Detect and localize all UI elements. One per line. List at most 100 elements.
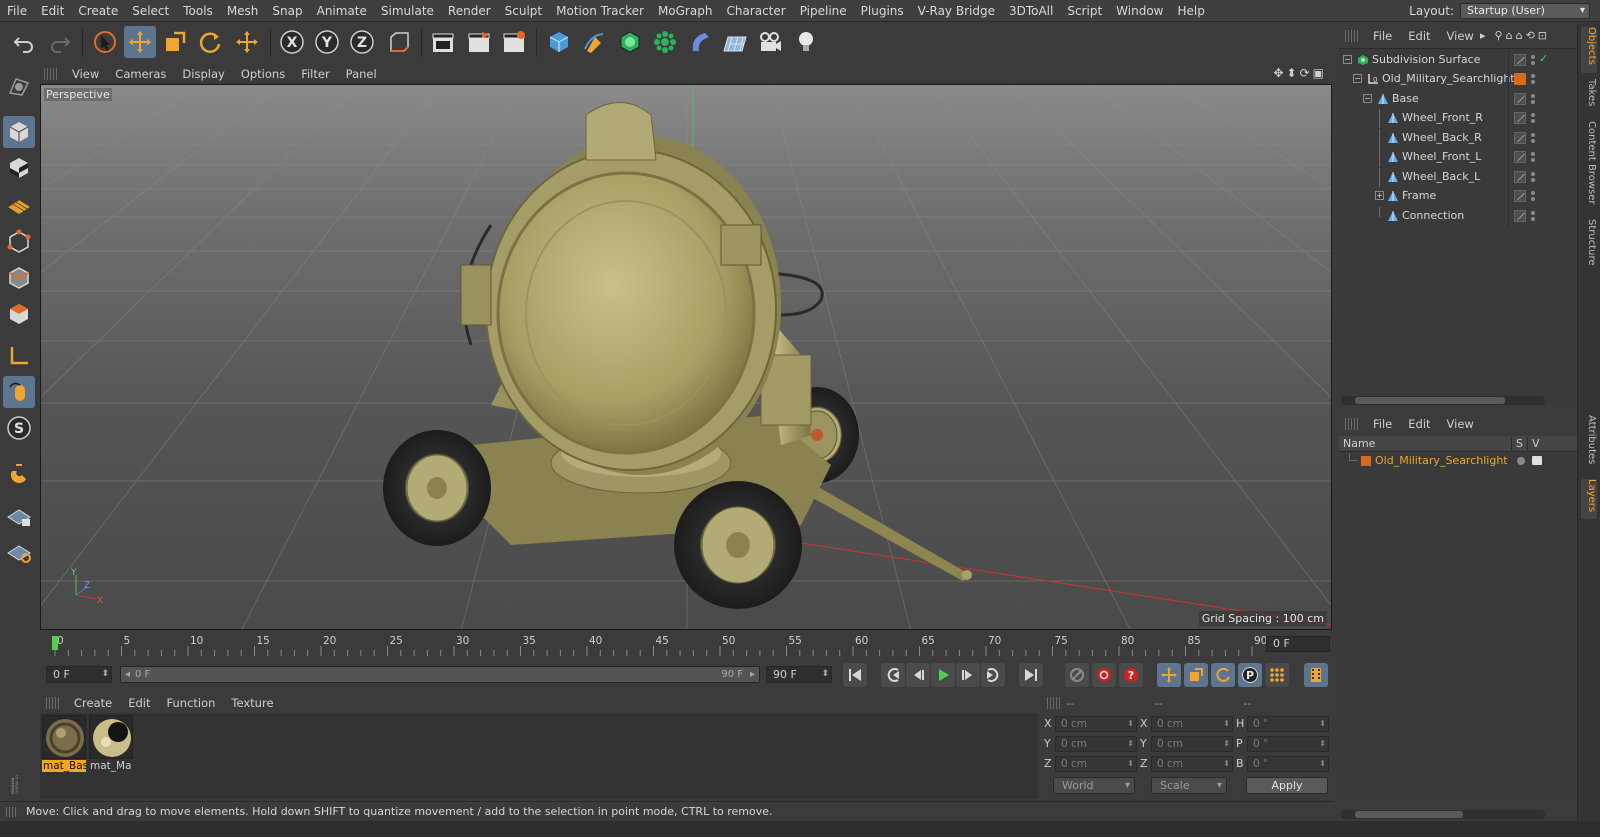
object-menu-file[interactable]: File	[1365, 29, 1400, 43]
redo-button[interactable]	[44, 26, 76, 58]
workplane-mode-button[interactable]	[3, 188, 35, 220]
enable-axis-button[interactable]	[3, 340, 35, 372]
layer-solo-column[interactable]: S	[1511, 437, 1523, 450]
timeline-ruler[interactable]: 0 5 10 15 20 25 30 35 40 45 50 55 60 65 70 75 80 85 90 0 F	[40, 632, 1332, 660]
start-frame-field[interactable]: 0 F	[46, 666, 112, 683]
live-selection-button[interactable]	[89, 26, 121, 58]
new-window-icon[interactable]: ⊡	[1538, 26, 1547, 46]
viewport-menu-display[interactable]: Display	[174, 67, 232, 81]
key-position-button[interactable]	[1157, 663, 1181, 687]
viewport-menu-panel[interactable]: Panel	[338, 67, 385, 81]
collapse-icon[interactable]: −	[1353, 74, 1362, 83]
add-camera-button[interactable]	[754, 26, 786, 58]
key-parameter-button[interactable]: P	[1238, 663, 1262, 687]
object-row-wheel-back-r[interactable]: Wheel_Back_R	[1339, 129, 1577, 148]
frame-ruler[interactable]: 0 5 10 15 20 25 30 35 40 45 50 55 60 65 70 75 80 85 90	[52, 632, 1270, 658]
next-frame-button[interactable]	[956, 663, 980, 687]
menu-sculpt[interactable]: Sculpt	[498, 0, 549, 22]
layer-menu-edit[interactable]: Edit	[1400, 417, 1438, 431]
previous-frame-button[interactable]	[906, 663, 930, 687]
material-menu-edit[interactable]: Edit	[120, 696, 158, 710]
layer-menu-file[interactable]: File	[1365, 417, 1400, 431]
object-menu-edit[interactable]: Edit	[1400, 29, 1438, 43]
play-forward-button[interactable]	[931, 663, 955, 687]
back-icon[interactable]: ⟲	[1526, 26, 1535, 46]
scale-tool-button[interactable]	[159, 26, 191, 58]
coordinate-space-dropdown[interactable]: World	[1053, 777, 1135, 794]
visibility-dots-icon[interactable]	[1531, 72, 1535, 86]
size-x-field[interactable]: 0 cm	[1151, 716, 1233, 732]
editor-visibility-icon[interactable]	[1514, 190, 1526, 202]
home-icon[interactable]: ⌂	[1516, 26, 1523, 46]
menu-file[interactable]: File	[0, 0, 34, 22]
menu-select[interactable]: Select	[125, 0, 176, 22]
object-menu-view[interactable]: View	[1439, 29, 1482, 43]
key-rotation-button[interactable]	[1211, 663, 1235, 687]
rotate-tool-button[interactable]	[194, 26, 226, 58]
object-row-wheel-front-r[interactable]: Wheel_Front_R	[1339, 109, 1577, 128]
visibility-dots-icon[interactable]	[1531, 53, 1535, 67]
visibility-dots-icon[interactable]	[1531, 111, 1535, 125]
tab-objects[interactable]: Objects	[1581, 27, 1597, 73]
go-to-start-button[interactable]	[843, 663, 867, 687]
visibility-dots-icon[interactable]	[1531, 92, 1535, 106]
layer-solo-toggle[interactable]	[1517, 457, 1525, 465]
layer-color-swatch[interactable]	[1361, 456, 1371, 466]
position-z-field[interactable]: 0 cm	[1055, 756, 1137, 772]
current-frame-field[interactable]: 0 F	[1266, 636, 1330, 652]
layer-horizontal-scrollbar[interactable]	[1341, 810, 1545, 819]
x-axis-lock-button[interactable]: X	[276, 26, 308, 58]
add-deformer-button[interactable]	[684, 26, 716, 58]
visibility-dots-icon[interactable]	[1531, 131, 1535, 145]
keyframe-selection-button[interactable]: ?	[1119, 663, 1143, 687]
visibility-dots-icon[interactable]	[1531, 170, 1535, 184]
menu-vray-bridge[interactable]: V-Ray Bridge	[911, 0, 1002, 22]
material-slot[interactable]: mat_Ma	[89, 715, 133, 775]
perspective-viewport[interactable]: Y X Z Perspective Grid Spacing : 100 cm	[40, 84, 1332, 630]
viewport-menu-cameras[interactable]: Cameras	[107, 67, 174, 81]
add-cube-button[interactable]	[543, 26, 575, 58]
menu-pipeline[interactable]: Pipeline	[793, 0, 854, 22]
size-z-field[interactable]: 0 cm	[1151, 756, 1233, 772]
y-axis-lock-button[interactable]: Y	[311, 26, 343, 58]
key-scale-button[interactable]	[1184, 663, 1208, 687]
render-view-button[interactable]	[427, 26, 459, 58]
layer-menu-view[interactable]: View	[1439, 417, 1482, 431]
editor-visibility-icon[interactable]	[1514, 171, 1526, 183]
menu-tools[interactable]: Tools	[176, 0, 220, 22]
add-floor-button[interactable]	[719, 26, 751, 58]
menu-edit[interactable]: Edit	[34, 0, 71, 22]
search-icon[interactable]: ⚲	[1495, 26, 1503, 46]
material-menu-create[interactable]: Create	[66, 696, 120, 710]
tab-content-browser[interactable]: Content Browser	[1581, 121, 1597, 213]
menu-motion-tracker[interactable]: Motion Tracker	[549, 0, 651, 22]
edges-mode-button[interactable]	[3, 262, 35, 294]
previous-key-button[interactable]	[881, 663, 905, 687]
object-row-wheel-front-l[interactable]: Wheel_Front_L	[1339, 148, 1577, 167]
z-axis-lock-button[interactable]: Z	[346, 26, 378, 58]
make-editable-button[interactable]	[3, 70, 35, 102]
layout-dropdown[interactable]: Startup (User)	[1460, 3, 1590, 19]
collapse-icon[interactable]: −	[1343, 55, 1352, 64]
menu-create[interactable]: Create	[71, 0, 125, 22]
tab-attributes[interactable]: Attributes	[1581, 415, 1597, 473]
enabled-check-icon[interactable]: ✓	[1539, 52, 1548, 65]
size-y-field[interactable]: 0 cm	[1151, 736, 1233, 752]
rotation-b-field[interactable]: 0 °	[1247, 756, 1329, 772]
layer-color-tag[interactable]	[1514, 73, 1526, 85]
coordinate-system-button[interactable]	[383, 26, 415, 58]
menu-3dtoall[interactable]: 3DToAll	[1002, 0, 1060, 22]
locked-workplane-button[interactable]	[3, 500, 35, 532]
range-right-arrow-icon[interactable]: ▸	[750, 667, 755, 682]
recent-tool-button[interactable]	[231, 26, 263, 58]
tab-structure[interactable]: Structure	[1581, 219, 1597, 269]
visibility-dots-icon[interactable]	[1531, 189, 1535, 203]
object-row-base[interactable]: − Base	[1339, 90, 1577, 109]
object-horizontal-scrollbar[interactable]	[1341, 396, 1545, 405]
key-point-level-button[interactable]	[1265, 663, 1289, 687]
undo-button[interactable]	[8, 26, 40, 58]
rotation-p-field[interactable]: 0 °	[1247, 736, 1329, 752]
expand-icon[interactable]: +	[1375, 191, 1384, 200]
end-frame-field[interactable]: 90 F	[766, 666, 832, 683]
add-cloner-button[interactable]	[649, 26, 681, 58]
